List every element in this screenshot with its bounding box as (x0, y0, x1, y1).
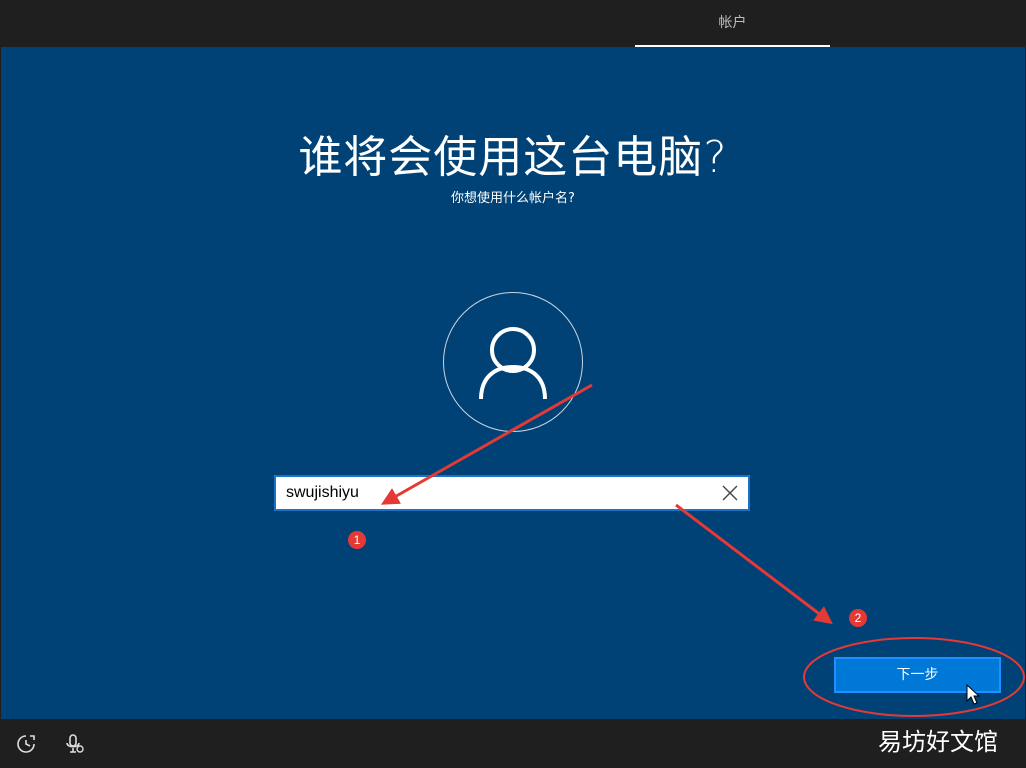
ease-of-access-button[interactable] (15, 733, 37, 755)
tab-account-label: 帐户 (718, 15, 747, 31)
tab-account[interactable]: 帐户 (635, 0, 830, 47)
top-bar: 帐户 (0, 0, 1026, 47)
annotation-badge-2: 2 (849, 609, 867, 627)
close-icon (722, 485, 738, 501)
bottom-bar (0, 719, 1026, 768)
user-icon (479, 327, 547, 400)
mouse-cursor-icon (966, 684, 980, 705)
microphone-button[interactable] (64, 733, 86, 755)
page-subtitle: 你想使用什么帐户名? (451, 191, 575, 206)
page-title: 谁将会使用这台电脑? (298, 132, 728, 183)
ease-of-access-icon (17, 735, 35, 753)
clear-button[interactable] (720, 483, 740, 503)
microphone-icon (66, 734, 84, 753)
watermark: 易坊好文馆 (878, 728, 998, 756)
avatar (443, 292, 583, 432)
username-field[interactable] (274, 475, 750, 511)
username-input[interactable] (276, 477, 716, 509)
oobe-stage: 谁将会使用这台电脑? 你想使用什么帐户名? 下一步 (1, 47, 1025, 719)
annotation-badge-1: 1 (348, 531, 366, 549)
